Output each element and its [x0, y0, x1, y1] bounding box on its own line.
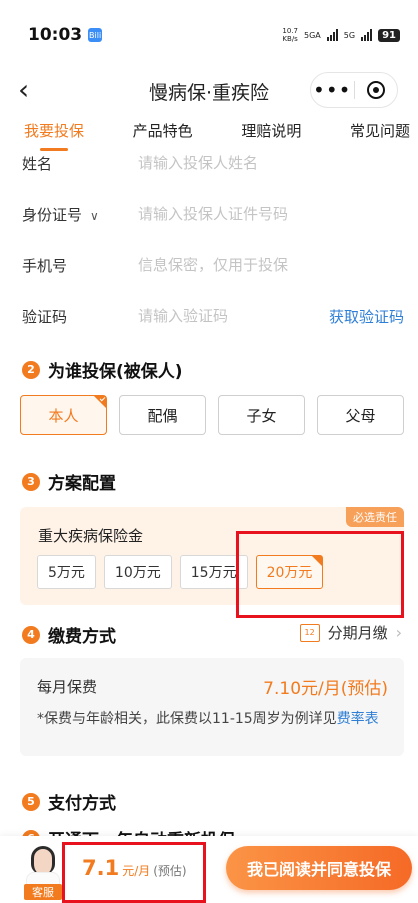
section-title: 支付方式	[48, 794, 116, 814]
net-speed-value: 10.7	[282, 27, 299, 35]
step-badge: 3	[22, 472, 40, 491]
battery-icon: 91	[378, 28, 400, 42]
customer-service-label: 客服	[24, 884, 62, 900]
step-badge: 5	[22, 792, 40, 811]
signal-icon	[326, 29, 338, 41]
insured-section-header: 2 为谁投保(被保人)	[22, 357, 183, 382]
status-time: 10:03	[28, 25, 83, 45]
phone-row: 手机号	[0, 242, 418, 288]
rate-table-link[interactable]: 费率表	[337, 711, 379, 727]
chevron-down-icon: ∨	[90, 208, 99, 223]
id-input[interactable]	[138, 205, 338, 223]
insured-option-spouse[interactable]: 配偶	[119, 395, 206, 435]
coverage-title: 重大疾病保险金	[38, 527, 144, 545]
amount-option-10w[interactable]: 10万元	[103, 555, 172, 589]
insured-option-child[interactable]: 子女	[218, 395, 305, 435]
highlight-box	[62, 842, 206, 903]
chevron-right-icon: ›	[395, 623, 402, 642]
calendar-icon: 12	[299, 623, 320, 642]
more-icon[interactable]: •••	[311, 80, 354, 100]
get-code-button[interactable]: 获取验证码	[329, 306, 404, 327]
payment-mode-selector[interactable]: 12 分期月缴 ›	[299, 622, 402, 643]
status-bar: 10:03 Bili 10.7 KB/s 5GA 5G 91	[0, 0, 418, 70]
monthly-premium-value: 7.10元/月(预估)	[263, 679, 388, 699]
tab-claims[interactable]: 理赔说明	[241, 120, 301, 141]
insured-option-parent[interactable]: 父母	[317, 395, 404, 435]
phone-input[interactable]	[138, 256, 338, 274]
highlight-box	[236, 531, 404, 618]
signal-5g-label: 5G	[343, 30, 356, 40]
tab-features[interactable]: 产品特色	[133, 120, 193, 141]
payment-section-header: 4 缴费方式	[22, 622, 116, 647]
step-badge: 4	[22, 625, 40, 644]
close-miniprogram-icon[interactable]	[355, 81, 398, 99]
step-badge: 2	[22, 360, 40, 379]
net-speed-unit: KB/s	[282, 35, 298, 43]
nav-bar: ‹ 慢病保·重疾险 •••	[0, 70, 418, 112]
insurance-page: 10:03 Bili 10.7 KB/s 5GA 5G 91 ‹ 慢病保·重疾险…	[0, 0, 418, 903]
required-badge: 必选责任	[346, 507, 404, 527]
pay-method-section-header: 5 支付方式	[22, 789, 116, 814]
net-speed: 10.7 KB/s	[282, 27, 298, 43]
name-input[interactable]	[138, 154, 338, 172]
premium-box: 每月保费 7.10元/月(预估) *保费与年龄相关，此保费以11-15周岁为例详…	[20, 658, 404, 756]
signal-icon-2	[361, 29, 373, 41]
name-label: 姓名	[22, 154, 53, 173]
name-row: 姓名	[0, 140, 418, 186]
payment-mode-label: 分期月缴	[327, 624, 388, 642]
section-title: 为谁投保(被保人)	[48, 362, 183, 382]
premium-note: *保费与年龄相关，此保费以11-15周岁为例详见费率表	[37, 711, 379, 727]
avatar	[31, 846, 55, 874]
code-input[interactable]	[138, 307, 298, 325]
agree-and-apply-button[interactable]: 我已阅读并同意投保	[226, 846, 412, 890]
amount-option-5w[interactable]: 5万元	[37, 555, 96, 589]
id-label: 身份证号	[22, 205, 83, 224]
miniprogram-capsule: •••	[310, 72, 398, 108]
phone-label: 手机号	[22, 256, 68, 275]
plan-section-header: 3 方案配置	[22, 469, 116, 494]
code-label: 验证码	[22, 307, 68, 326]
section-title: 方案配置	[48, 474, 116, 494]
insured-option-self[interactable]: 本人	[20, 395, 107, 435]
id-type-selector[interactable]: 身份证号 ∨	[22, 204, 138, 225]
code-row: 验证码 获取验证码	[0, 293, 418, 339]
customer-service-button[interactable]: 客服	[22, 842, 64, 900]
page-title: 慢病保·重疾险	[148, 81, 270, 104]
monthly-premium-label: 每月保费	[37, 678, 98, 696]
id-row: 身份证号 ∨	[0, 191, 418, 237]
tab-faq[interactable]: 常见问题	[350, 120, 410, 141]
back-icon[interactable]: ‹	[18, 76, 29, 104]
check-corner-icon	[94, 396, 106, 408]
signal-5ga-label: 5GA	[304, 30, 321, 40]
insured-options: 本人 配偶 子女 父母	[20, 395, 404, 435]
app-notification-icon: Bili	[88, 28, 103, 42]
section-title: 缴费方式	[48, 627, 116, 647]
tab-apply[interactable]: 我要投保	[24, 120, 84, 141]
